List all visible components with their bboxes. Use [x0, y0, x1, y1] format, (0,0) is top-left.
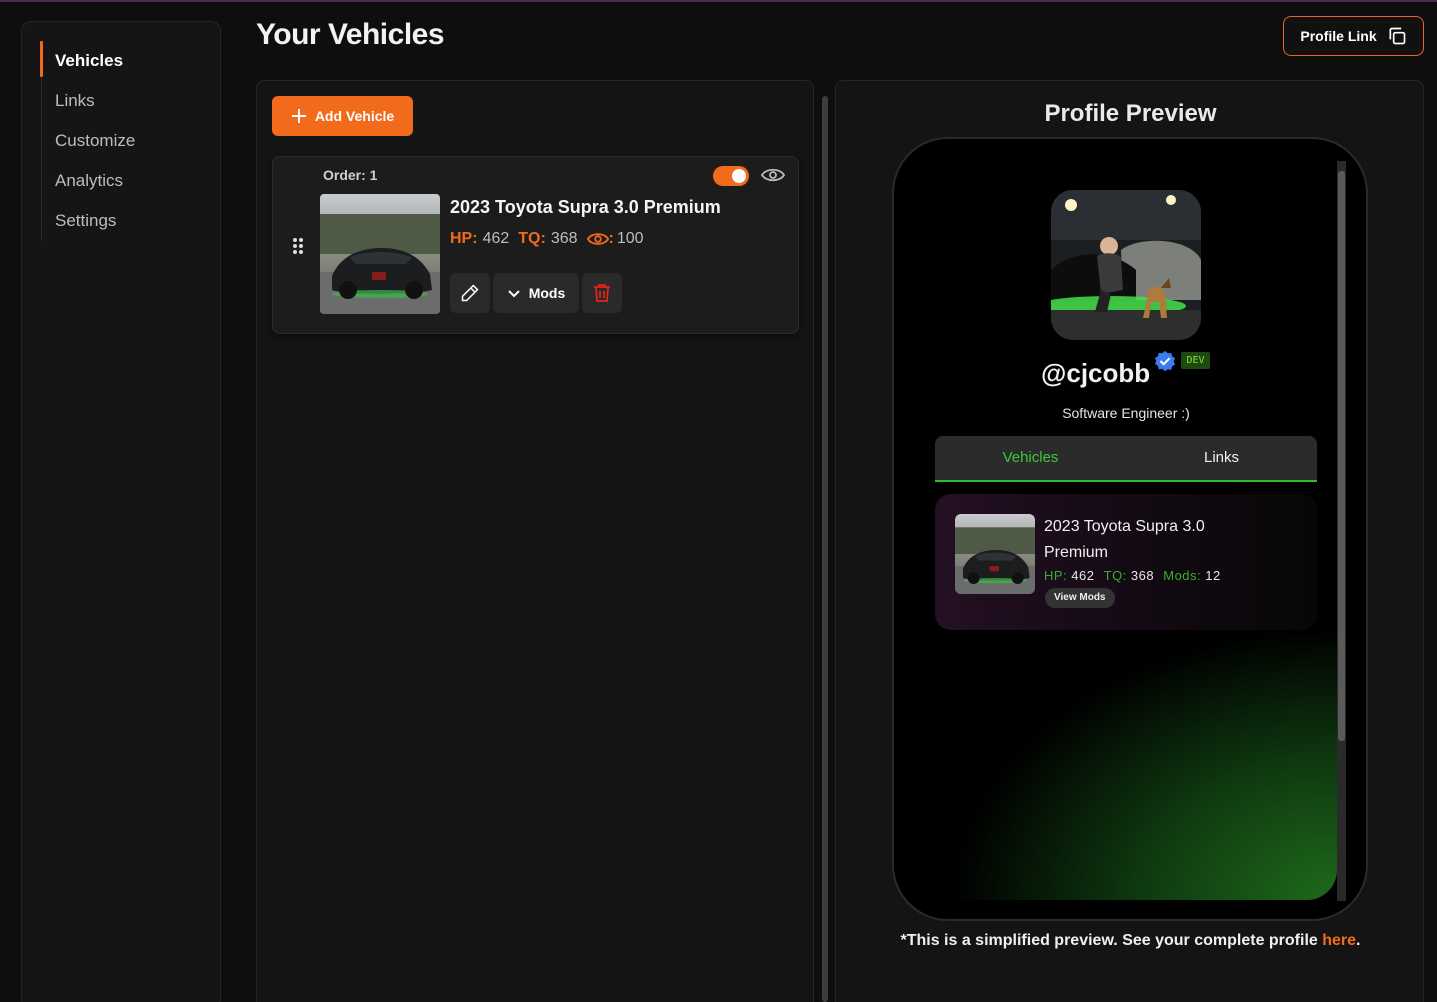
vehicle-specs: HP: 462 TQ: 368 : 100 [450, 230, 644, 248]
phone-scrollbar[interactable] [1337, 161, 1346, 901]
sidebar: Vehicles Links Customize Analytics Setti… [21, 21, 221, 1002]
dev-badge: DEV [1181, 352, 1210, 369]
preview-mods-value: 12 [1205, 568, 1221, 583]
tab-links[interactable]: Links [1126, 436, 1317, 480]
tab-vehicles[interactable]: Vehicles [935, 436, 1126, 480]
footnote-here-link[interactable]: here [1322, 932, 1356, 949]
preview-tabs: Vehicles Links [935, 436, 1317, 482]
footnote-period: . [1356, 932, 1361, 949]
preview-eye-icon[interactable] [761, 166, 785, 184]
views-eye-icon [586, 233, 609, 245]
sidebar-item-customize[interactable]: Customize [42, 121, 211, 161]
preview-hp-value: 462 [1071, 568, 1095, 583]
sidebar-item-analytics[interactable]: Analytics [42, 161, 211, 201]
pencil-icon [461, 284, 479, 302]
avatar [1051, 190, 1201, 340]
delete-vehicle-button[interactable] [582, 273, 622, 313]
edit-vehicle-button[interactable] [450, 273, 490, 313]
phone-screen: @cjcobb DEV Software Engineer :) Vehicle… [915, 160, 1337, 900]
vehicle-order: Order: 1 [323, 167, 378, 183]
preview-title: Profile Preview [1044, 100, 1217, 127]
vehicle-title: 2023 Toyota Supra 3.0 Premium [450, 197, 721, 217]
profile-handle: @cjcobb [1041, 358, 1151, 388]
panel-scrollbar[interactable] [822, 96, 828, 1002]
vehicle-card: Order: 1 2023 Toyota Supra 3.0 Premium H… [272, 156, 799, 334]
preview-mods-label: Mods: [1163, 568, 1202, 583]
mods-dropdown-button[interactable]: Mods [493, 273, 579, 313]
copy-icon [1389, 27, 1405, 45]
profile-link-label: Profile Link [1300, 28, 1377, 44]
preview-footnote: *This is a simplified preview. See your … [836, 929, 1425, 953]
add-vehicle-button[interactable]: Add Vehicle [272, 96, 413, 136]
add-vehicle-label: Add Vehicle [314, 108, 395, 124]
preview-vehicle-card[interactable]: 2023 Toyota Supra 3.0 Premium HP: 462 TQ… [935, 494, 1317, 630]
visibility-toggle[interactable] [713, 166, 749, 186]
tq-label: TQ: [518, 230, 546, 247]
profile-link-button[interactable]: Profile Link [1283, 16, 1424, 56]
preview-vehicle-specs: HP: 462 TQ: 368 Mods: 12 [1044, 568, 1221, 583]
verified-badge-icon [1154, 350, 1176, 372]
view-mods-button[interactable]: View Mods [1045, 588, 1115, 608]
top-accent-line [0, 0, 1437, 2]
preview-tq-value: 368 [1130, 568, 1155, 583]
tq-value: 368 [550, 230, 578, 247]
sidebar-item-settings[interactable]: Settings [42, 201, 211, 241]
sidebar-nav: Vehicles Links Customize Analytics Setti… [40, 41, 211, 241]
vehicles-panel: Add Vehicle Order: 1 2023 Toyota Supra 3… [256, 80, 814, 1002]
trash-icon [594, 284, 610, 302]
page-title: Your Vehicles [256, 18, 445, 51]
views-label: : [608, 230, 614, 247]
sidebar-item-links[interactable]: Links [42, 81, 211, 121]
drag-handle-icon[interactable] [292, 237, 304, 255]
chevron-down-icon [508, 290, 520, 298]
vehicle-thumbnail [320, 194, 440, 314]
preview-vehicle-thumbnail [955, 514, 1035, 594]
hp-label: HP: [450, 230, 478, 247]
preview-panel: Profile Preview @cjcobb DEV Software Eng… [835, 80, 1424, 1002]
plus-icon [291, 109, 306, 123]
preview-vehicle-title: 2023 Toyota Supra 3.0 Premium [1044, 518, 1205, 561]
phone-frame: @cjcobb DEV Software Engineer :) Vehicle… [892, 137, 1368, 921]
sidebar-item-vehicles[interactable]: Vehicles [40, 41, 211, 81]
views-value: 100 [616, 230, 644, 247]
preview-hp-label: HP: [1044, 568, 1068, 583]
preview-tq-label: TQ: [1103, 568, 1127, 583]
mods-label: Mods [528, 285, 566, 301]
hp-value: 462 [482, 230, 510, 247]
footnote-text: *This is a simplified preview. See your … [900, 932, 1323, 949]
profile-bio: Software Engineer :) [1062, 405, 1190, 421]
